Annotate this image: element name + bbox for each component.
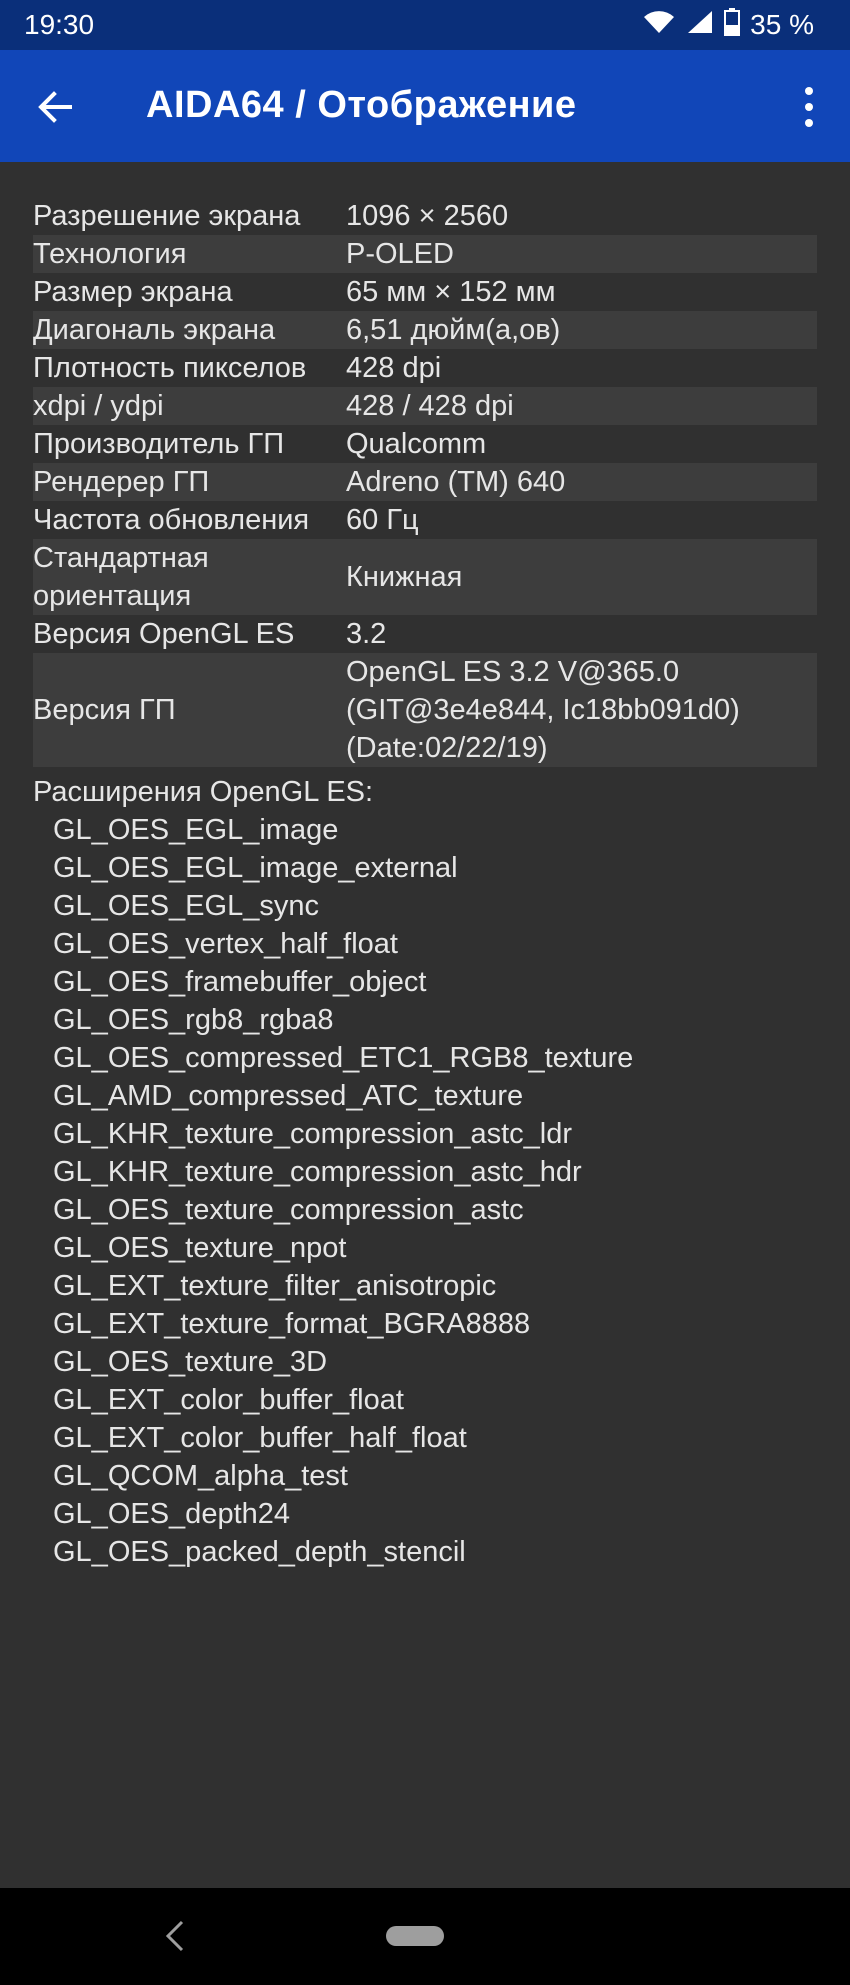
nav-back-icon [165, 1920, 184, 1952]
info-value: 428 dpi [346, 352, 442, 384]
info-row: Производитель ГП Qualcomm [33, 425, 817, 463]
signal-icon [686, 9, 714, 40]
nav-home-pill[interactable] [386, 1926, 444, 1946]
info-row: Версия OpenGL ES 3.2 [33, 615, 817, 653]
info-label: Версия ГП [33, 694, 176, 726]
page-title: AIDA64 / Отображение [146, 84, 577, 126]
info-row: Рендерер ГП Adreno (TM) 640 [33, 463, 817, 501]
more-options-button[interactable] [794, 84, 824, 130]
extension-item: GL_OES_packed_depth_stencil [53, 1536, 466, 1568]
more-vert-icon [805, 87, 813, 127]
extension-item: GL_OES_texture_compression_astc [53, 1194, 524, 1226]
extension-item: GL_OES_framebuffer_object [53, 966, 427, 998]
info-value: 1096 × 2560 [346, 200, 509, 232]
info-row: Плотность пикселов 428 dpi [33, 349, 817, 387]
extension-item: GL_EXT_color_buffer_half_float [53, 1422, 467, 1454]
extensions-list: GL_OES_EGL_image GL_OES_EGL_image_externa… [33, 811, 817, 1571]
status-icons: 35 % [642, 8, 814, 41]
extension-item: GL_OES_texture_npot [53, 1232, 347, 1264]
info-label: Рендерер ГП [33, 466, 210, 498]
extension-item: GL_EXT_color_buffer_float [53, 1384, 404, 1416]
info-label: Частота обновления [33, 504, 310, 536]
info-value: Qualcomm [346, 428, 487, 460]
info-value: 60 Гц [346, 504, 419, 536]
extension-item: GL_OES_EGL_sync [53, 890, 319, 922]
info-row: Технология P-OLED [33, 235, 817, 273]
extension-item: GL_OES_depth24 [53, 1498, 291, 1530]
info-value: P-OLED [346, 238, 454, 270]
info-label: Технология [33, 238, 187, 270]
extension-item: GL_QCOM_alpha_test [53, 1460, 348, 1492]
arrow-left-icon [38, 91, 72, 123]
extension-item: GL_KHR_texture_compression_astc_ldr [53, 1118, 573, 1150]
info-row: Частота обновления 60 Гц [33, 501, 817, 539]
navigation-bar [0, 1888, 850, 1985]
extension-item: GL_OES_compressed_ETC1_RGB8_texture [53, 1042, 634, 1074]
info-row: xdpi / ydpi 428 / 428 dpi [33, 387, 817, 425]
status-bar: 19:30 35 % [0, 0, 850, 50]
info-value: Adreno (TM) 640 [346, 466, 566, 498]
extension-item: GL_EXT_texture_filter_anisotropic [53, 1270, 497, 1302]
wifi-icon [642, 9, 676, 40]
status-time: 19:30 [24, 9, 95, 40]
info-row: Размер экрана 65 мм × 152 мм [33, 273, 817, 311]
nav-back-button[interactable] [160, 1914, 190, 1958]
info-label: xdpi / ydpi [33, 390, 164, 422]
back-button[interactable] [30, 82, 80, 132]
info-label: Разрешение экрана [33, 200, 301, 232]
info-value: Книжная [346, 561, 463, 593]
info-value: 6,51 дюйм(а,ов) [346, 314, 561, 346]
info-row: Разрешение экрана 1096 × 2560 [33, 197, 817, 235]
info-label: Производитель ГП [33, 428, 285, 460]
info-value: 428 / 428 dpi [346, 390, 514, 422]
info-row: Версия ГП OpenGL ES 3.2 V@365.0 (GIT@3e4e… [33, 653, 817, 767]
extension-item: GL_KHR_texture_compression_astc_hdr [53, 1156, 582, 1188]
info-table: Разрешение экрана 1096 × 2560 Технология P-… [33, 197, 817, 767]
extension-item: GL_OES_vertex_half_float [53, 928, 398, 960]
info-row: Диагональ экрана 6,51 дюйм(а,ов) [33, 311, 817, 349]
info-value: OpenGL ES 3.2 V@365.0 (GIT@3e4e844, Ic18… [346, 656, 740, 764]
app-bar: AIDA64 / Отображение [0, 50, 850, 162]
battery-icon [724, 8, 741, 41]
info-label: Диагональ экрана [33, 314, 276, 346]
info-value: 3.2 [346, 618, 387, 650]
info-label: Плотность пикселов [33, 352, 307, 384]
extension-item: GL_AMD_compressed_ATC_texture [53, 1080, 524, 1112]
extension-item: GL_OES_EGL_image [53, 814, 339, 846]
info-label: Размер экрана [33, 276, 233, 308]
extension-item: GL_OES_EGL_image_external [53, 852, 458, 884]
battery-percent: 35 % [750, 8, 814, 40]
extension-item: GL_OES_texture_3D [53, 1346, 328, 1378]
info-label: Стандартная ориентация [33, 542, 209, 612]
info-label: Версия OpenGL ES [33, 618, 295, 650]
extension-item: GL_OES_rgb8_rgba8 [53, 1004, 334, 1036]
info-row: Стандартная ориентация Книжная [33, 539, 817, 615]
extensions-header: Расширения OpenGL ES: [33, 776, 374, 808]
extension-item: GL_EXT_texture_format_BGRA8888 [53, 1308, 531, 1340]
info-value: 65 мм × 152 мм [346, 276, 556, 308]
display-info-panel: Разрешение экрана 1096 × 2560 Технология P-… [33, 197, 817, 1571]
